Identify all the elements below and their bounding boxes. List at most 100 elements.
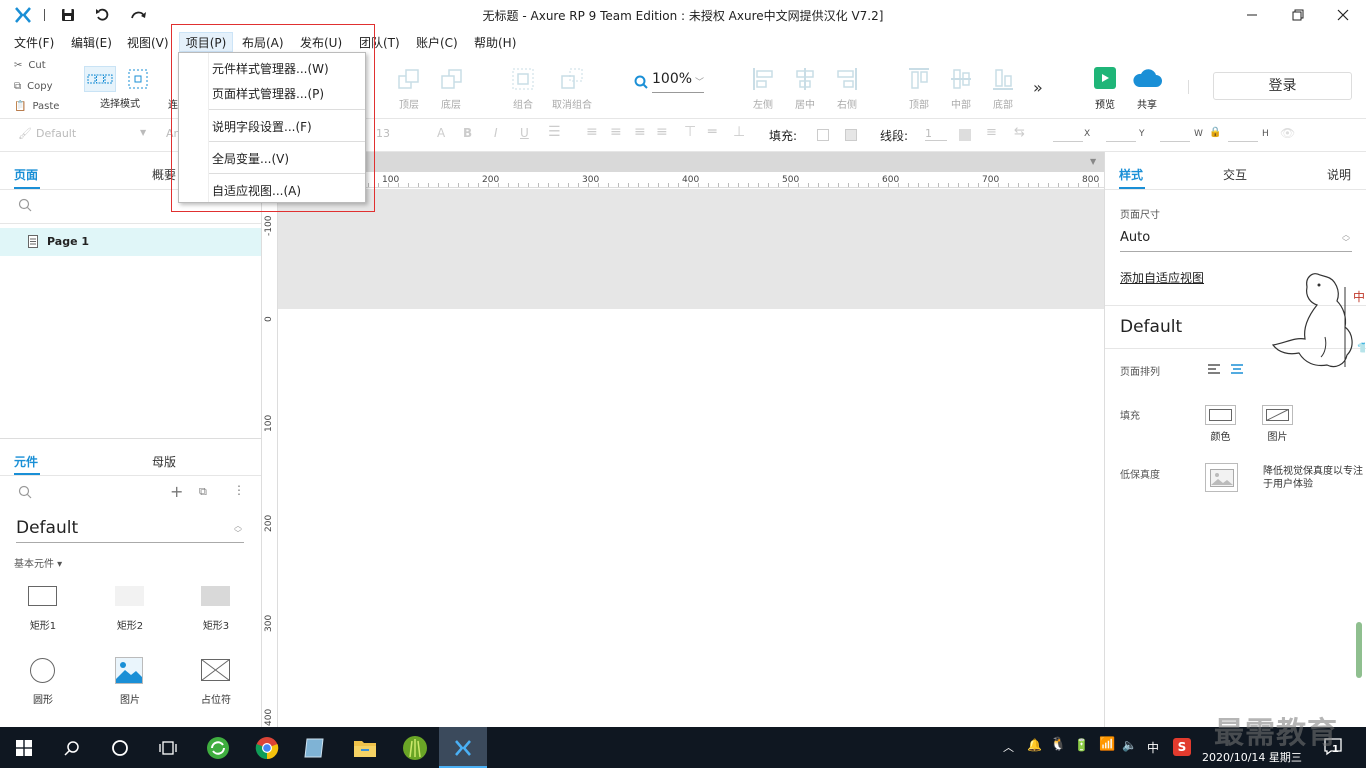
select-intersect-button[interactable] (84, 66, 116, 92)
taskbar-app-explorer[interactable] (341, 727, 389, 768)
align-text-right-icon[interactable]: ≡ (634, 124, 646, 140)
tab-style[interactable]: 样式 (1119, 166, 1143, 183)
send-to-back-icon[interactable] (441, 68, 463, 90)
library-select[interactable]: Default ︿ ﹀ (16, 518, 244, 543)
widget-image[interactable] (115, 657, 143, 684)
design-canvas[interactable] (278, 189, 1104, 727)
align-text-left-icon[interactable]: ≡ (586, 124, 598, 140)
menu-edit[interactable]: 编辑(E) (69, 33, 114, 53)
tab-pages[interactable]: 页面 (14, 166, 38, 183)
line-style-icon[interactable]: ≡ (986, 125, 997, 140)
valign-middle-icon[interactable]: ═ (708, 124, 716, 140)
align-text-center-icon[interactable]: ≡ (610, 124, 622, 140)
visibility-icon[interactable]: 👁 (1280, 126, 1295, 140)
scrollbar-thumb[interactable] (1356, 622, 1362, 678)
h-input[interactable] (1228, 141, 1258, 142)
category-label[interactable]: 基本元件 ▾ (14, 555, 62, 570)
valign-top-icon[interactable]: ⊤ (684, 124, 696, 140)
task-view-button[interactable] (144, 727, 192, 768)
valign-bottom-icon[interactable]: ⊥ (733, 124, 745, 140)
underline-icon[interactable]: U (520, 126, 529, 140)
ungroup-icon[interactable] (561, 68, 583, 90)
align-page-left-icon[interactable] (1207, 363, 1221, 375)
align-page-center-icon[interactable] (1230, 363, 1244, 375)
page-style-name[interactable]: Default (1120, 317, 1182, 337)
login-button[interactable]: 登录 (1213, 72, 1352, 100)
cut-button[interactable]: ✂ Cut (14, 60, 46, 71)
panel-split[interactable] (0, 438, 261, 439)
widget-circle[interactable] (30, 658, 55, 683)
restore-button[interactable] (1275, 0, 1321, 30)
battery-icon[interactable]: 🔋 (1074, 738, 1089, 752)
w-input[interactable] (1160, 141, 1190, 142)
x-input[interactable] (1053, 141, 1083, 142)
widget-rect1[interactable] (28, 586, 57, 606)
lock-icon[interactable]: 🔒 (1209, 127, 1221, 138)
more-icon[interactable]: ⋮ (233, 483, 245, 497)
menu-help[interactable]: 帮助(H) (472, 33, 518, 53)
font-color-icon[interactable]: A (437, 126, 445, 140)
shadow-swatch[interactable] (845, 129, 857, 141)
library-icon[interactable]: ⧉ (199, 485, 207, 499)
align-right-icon[interactable] (836, 67, 858, 91)
italic-icon[interactable]: I (494, 126, 498, 140)
taskbar-app-notebook[interactable] (291, 727, 339, 768)
group-icon[interactable] (512, 68, 534, 90)
wifi-icon[interactable]: 📶 (1099, 737, 1115, 752)
align-middle-icon[interactable] (950, 67, 972, 91)
ime-indicator[interactable]: 中 (1147, 739, 1159, 756)
widget-rect2[interactable] (115, 586, 144, 606)
low-fidelity-toggle[interactable] (1205, 463, 1238, 492)
align-left-icon[interactable] (752, 67, 774, 91)
tab-widgets[interactable]: 元件 (14, 453, 38, 470)
fill-image-button[interactable] (1262, 405, 1293, 425)
menu-account[interactable]: 账户(C) (414, 33, 460, 53)
minimize-button[interactable] (1229, 0, 1275, 30)
paste-button[interactable]: 📋 Paste (14, 101, 59, 112)
menu-file[interactable]: 文件(F) (12, 33, 56, 53)
align-text-justify-icon[interactable]: ≡ (656, 124, 668, 140)
chevron-up-icon[interactable]: ︿ (1003, 739, 1014, 755)
fill-color-button[interactable] (1205, 405, 1236, 425)
arrow-style-icon[interactable]: ⇆ (1014, 125, 1025, 140)
chevron-down-icon[interactable]: ▼ (1090, 157, 1096, 166)
search-button[interactable] (48, 727, 96, 768)
close-button[interactable] (1320, 0, 1366, 30)
start-button[interactable] (0, 727, 48, 768)
search-icon[interactable] (18, 198, 32, 212)
page-item[interactable]: Page 1 (0, 228, 261, 256)
list-icon[interactable]: ☰ (548, 124, 561, 140)
copy-button[interactable]: ⧉ Copy (14, 81, 53, 92)
bring-to-front-icon[interactable] (398, 68, 420, 90)
zoom-select[interactable]: 100% ﹀ (652, 71, 704, 93)
more-tools-icon[interactable]: » (1033, 78, 1043, 97)
tab-notes[interactable]: 说明 (1327, 166, 1351, 183)
taskbar-app-update[interactable] (194, 727, 242, 768)
taskbar-app-chrome[interactable] (243, 727, 291, 768)
add-icon[interactable]: + (170, 482, 183, 501)
tab-masters[interactable]: 母版 (152, 453, 176, 470)
sogou-ime-icon[interactable]: S (1173, 738, 1191, 756)
cloud-icon[interactable] (1131, 66, 1163, 90)
taskbar-app-axure[interactable] (439, 727, 487, 768)
widget-rect3[interactable] (201, 586, 230, 606)
qq-icon[interactable]: 🐧 (1050, 737, 1066, 752)
tab-interactions[interactable]: 交互 (1223, 166, 1247, 183)
fill-color-swatch[interactable] (817, 129, 829, 141)
cortana-button[interactable] (96, 727, 144, 768)
align-top-icon[interactable] (908, 67, 930, 91)
select-contain-button[interactable] (125, 66, 151, 92)
style-select[interactable]: 🖌 Default (18, 127, 76, 140)
menu-view[interactable]: 视图(V) (125, 33, 171, 53)
bold-icon[interactable]: B (463, 126, 472, 140)
line-width-input[interactable]: 1 (925, 127, 947, 141)
bell-icon[interactable]: 🔔 (1027, 738, 1042, 752)
page-size-select[interactable]: Auto ︿ ﹀ (1120, 230, 1352, 252)
preview-button[interactable] (1094, 67, 1116, 89)
font-size-value[interactable]: 13 (376, 127, 390, 140)
search-icon[interactable] (18, 485, 32, 499)
align-bottom-icon[interactable] (992, 67, 1014, 91)
add-adaptive-view-link[interactable]: 添加自适应视图 (1120, 269, 1204, 286)
widget-placeholder[interactable] (201, 659, 230, 681)
line-color-swatch[interactable] (959, 129, 971, 141)
